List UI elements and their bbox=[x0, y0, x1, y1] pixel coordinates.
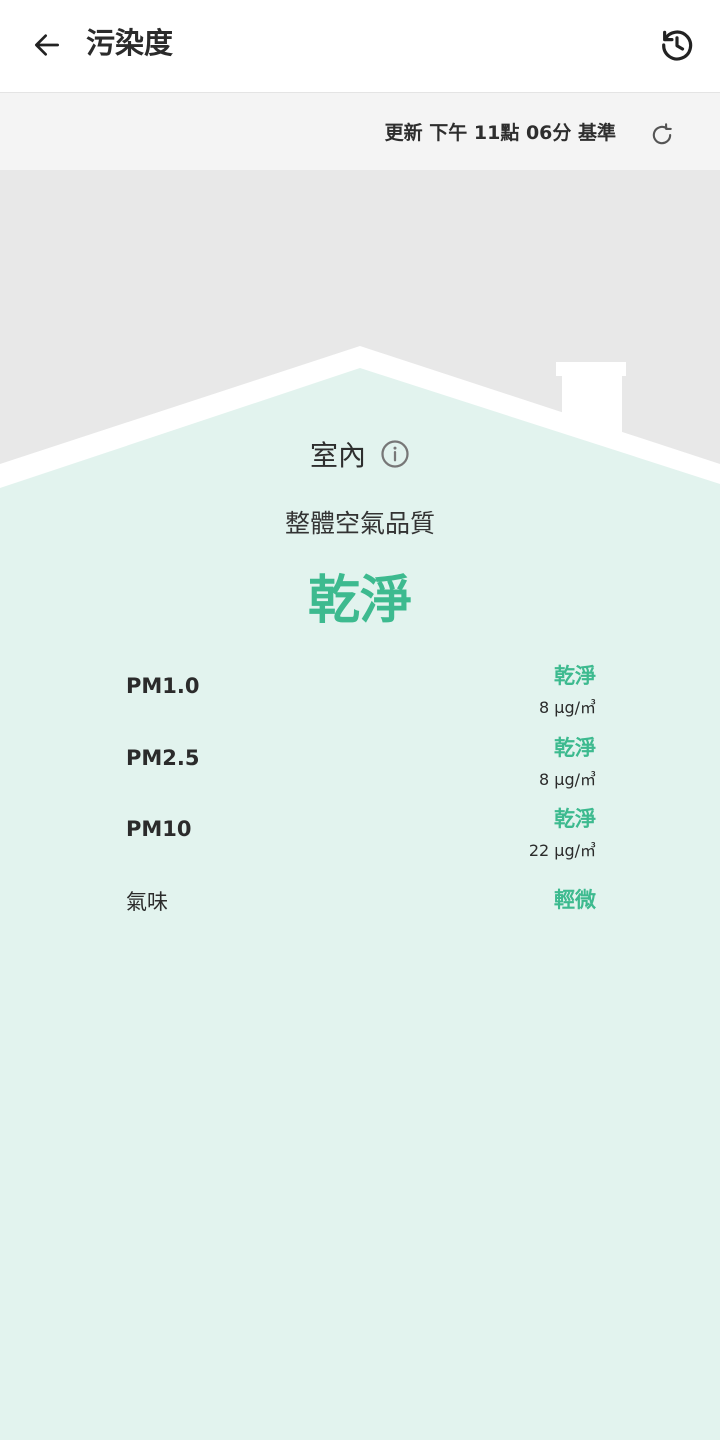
info-button[interactable] bbox=[380, 439, 410, 469]
metric-level: 乾淨 bbox=[554, 664, 596, 688]
metric-level: 乾淨 bbox=[554, 736, 596, 760]
metric-value: 22 μg/㎥ bbox=[528, 841, 596, 860]
metric-level: 輕微 bbox=[554, 888, 596, 912]
indoor-label: 室內 bbox=[309, 439, 366, 472]
metric-row-pm25: PM2.5 乾淨 8 μg/㎥ bbox=[126, 732, 596, 792]
update-time-text: 更新 下午 11點 06分 基準 bbox=[384, 122, 616, 144]
history-button[interactable] bbox=[654, 22, 700, 68]
metric-value: 8 μg/㎥ bbox=[539, 698, 596, 717]
page-title: 污染度 bbox=[86, 26, 174, 60]
overall-quality-value: 乾淨 bbox=[307, 571, 412, 631]
info-icon bbox=[381, 440, 409, 468]
metric-value: 8 μg/㎥ bbox=[539, 770, 596, 789]
metric-level: 乾淨 bbox=[554, 807, 596, 831]
metric-row-odor: 氣味 輕微 bbox=[126, 874, 596, 934]
arrow-left-icon bbox=[35, 34, 59, 56]
metric-name: PM1.0 bbox=[126, 674, 200, 698]
metric-name: PM2.5 bbox=[126, 746, 200, 770]
update-bar: 更新 下午 11點 06分 基準 bbox=[0, 93, 720, 170]
metric-name: PM10 bbox=[126, 817, 192, 841]
back-button[interactable] bbox=[24, 22, 70, 68]
overall-quality-label: 整體空氣品質 bbox=[284, 509, 435, 538]
metric-row-pm1: PM1.0 乾淨 8 μg/㎥ bbox=[126, 660, 596, 720]
metric-row-pm10: PM10 乾淨 22 μg/㎥ bbox=[126, 803, 596, 863]
indoor-header: 室內 bbox=[0, 434, 720, 474]
app-bar: 污染度 bbox=[0, 0, 720, 93]
refresh-icon bbox=[652, 123, 672, 145]
refresh-button[interactable] bbox=[644, 117, 680, 153]
metric-name: 氣味 bbox=[126, 890, 168, 914]
history-clock-icon bbox=[662, 30, 693, 61]
